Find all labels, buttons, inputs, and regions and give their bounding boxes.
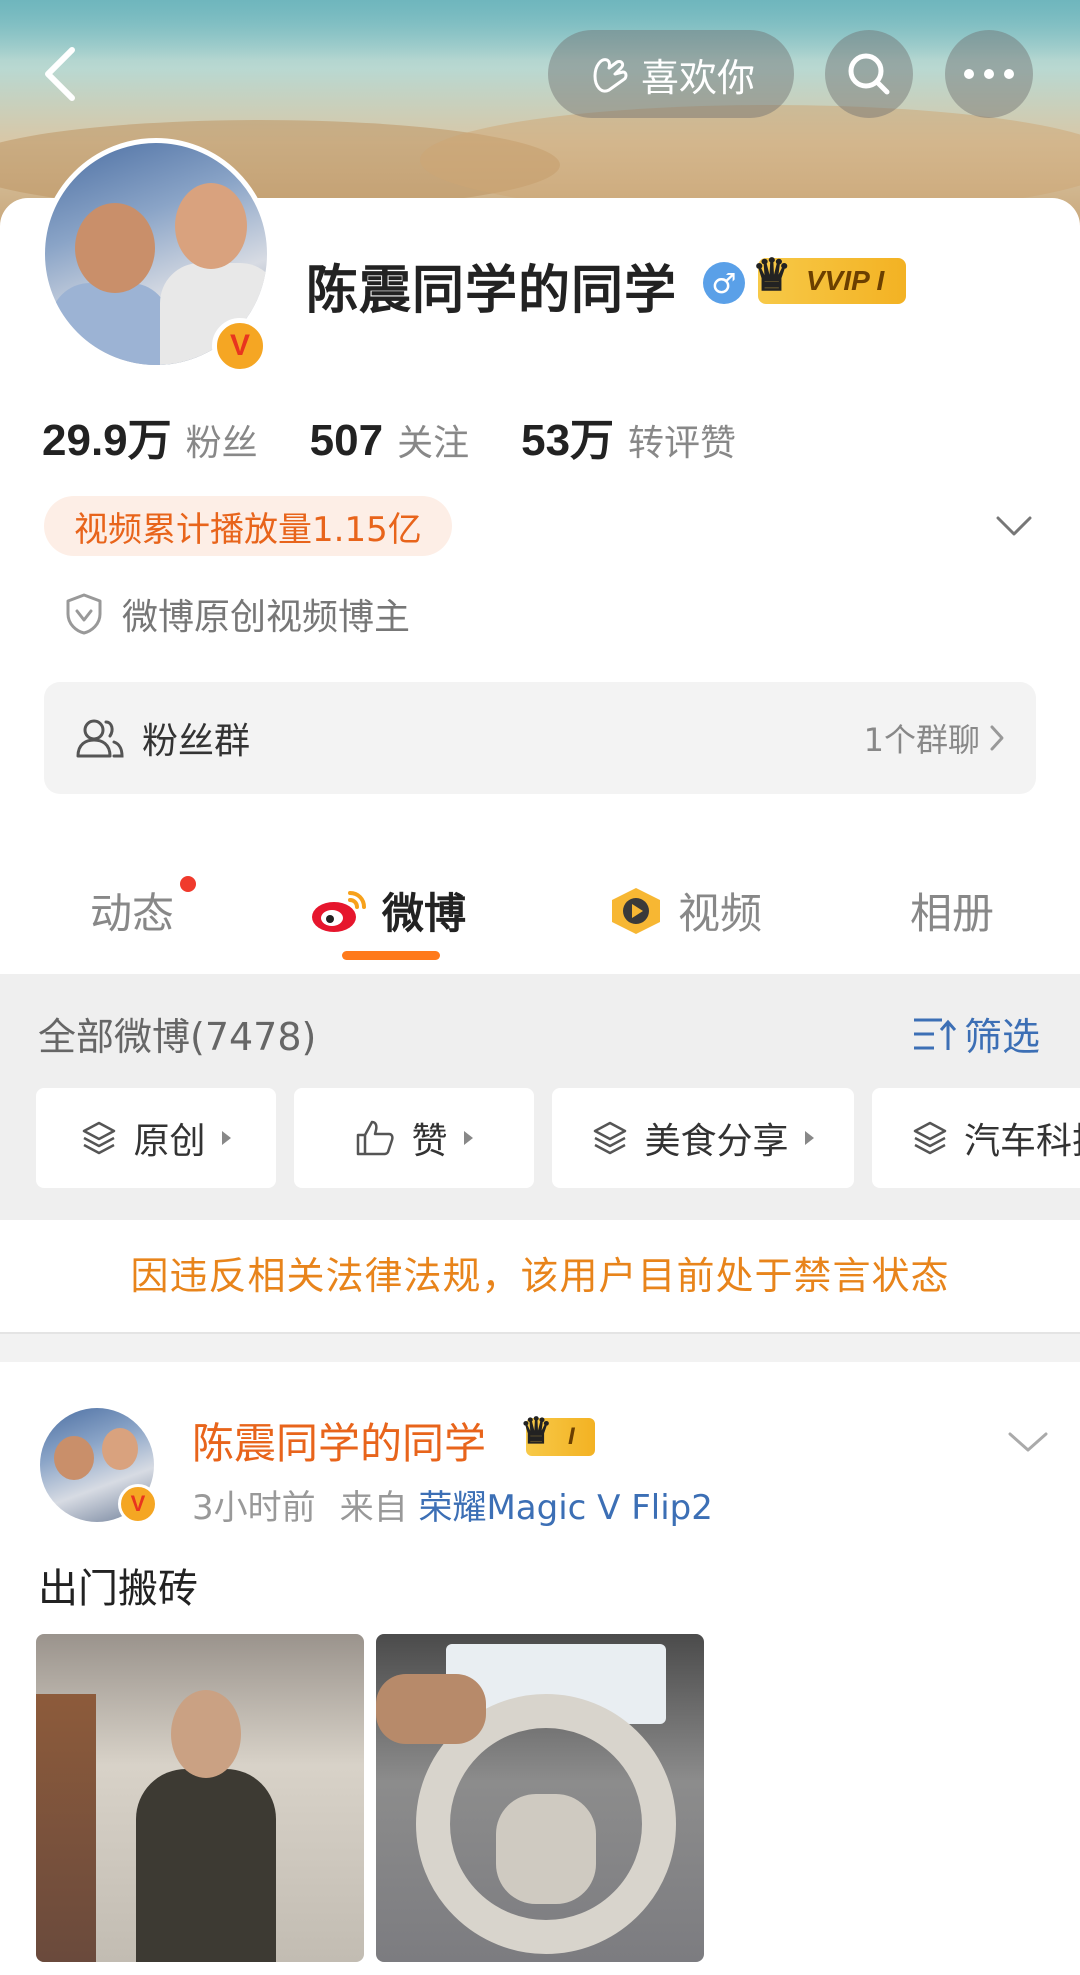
stat-following[interactable]: 507 关注: [310, 414, 469, 466]
fans-group-title: 粉丝群: [142, 721, 251, 762]
stat-label: 关注: [397, 423, 470, 464]
avatar-face: [102, 1428, 138, 1470]
back-button[interactable]: [20, 30, 100, 118]
photo-person-head: [171, 1690, 241, 1778]
section-divider: [0, 1332, 1080, 1362]
profile-name: 陈震同学的同学: [306, 261, 678, 321]
avatar-figure: [50, 283, 170, 365]
notification-dot: [180, 876, 196, 892]
profile-tabs: 动态 微博 视频 相册: [0, 850, 1080, 974]
hand-heart-icon: [593, 58, 628, 93]
chevron-right-icon: [990, 725, 1004, 751]
chip-label: 赞: [411, 1121, 448, 1162]
chip-arrow-icon: [463, 1131, 473, 1145]
vip-label: I: [568, 1423, 575, 1450]
post-text: 出门搬砖: [38, 1566, 198, 1612]
tab-album[interactable]: 相册: [910, 880, 994, 941]
more-button[interactable]: [945, 30, 1033, 118]
post-source: 来自 荣耀Magic V Flip2: [340, 1480, 713, 1529]
photo-wheel-hub: [496, 1794, 596, 1904]
stat-fans[interactable]: 29.9万 粉丝: [42, 404, 258, 468]
chip-label: 美食分享: [644, 1121, 789, 1162]
fans-group-count-label: 1个群聊: [863, 721, 980, 759]
tab-dynamics[interactable]: 动态: [90, 880, 174, 941]
chevron-left-icon: [45, 47, 75, 101]
fans-group-row[interactable]: 粉丝群 1个群聊: [44, 682, 1036, 794]
photo-hand: [376, 1674, 486, 1744]
certification: 微博原创视频博主: [64, 588, 410, 640]
stat-value: 507: [309, 416, 384, 465]
post-photo[interactable]: [376, 1634, 704, 1962]
crown-icon: ♛: [752, 251, 792, 300]
profile-stats: 29.9万 粉丝 507 关注 53万 转评赞: [42, 404, 788, 468]
photo-person: [136, 1769, 276, 1962]
chip-label: 原创: [133, 1121, 206, 1162]
tab-label: 视频: [678, 889, 763, 938]
weibo-logo-icon: [312, 890, 366, 932]
video-badge-icon: [612, 887, 660, 934]
verified-badge-icon: V: [118, 1484, 158, 1524]
avatar-face: [54, 1436, 94, 1480]
more-dots-icon: [964, 69, 1014, 79]
filter-button[interactable]: 筛选: [912, 1006, 1040, 1061]
all-weibo-count: 全部微博(7478): [38, 1015, 317, 1059]
chip-label: 汽车科技: [964, 1121, 1080, 1162]
active-tab-indicator: [342, 951, 440, 960]
search-button[interactable]: [825, 30, 913, 118]
chip-auto-tech[interactable]: 汽车科技: [872, 1088, 1080, 1188]
vip-label: VVIP I: [806, 265, 885, 296]
like-you-button[interactable]: 喜欢你: [548, 30, 794, 118]
chevron-down-icon[interactable]: [994, 506, 1034, 546]
play-count-pill[interactable]: 视频累计播放量1.15亿: [44, 496, 452, 556]
stat-label: 转评赞: [628, 423, 737, 464]
avatar-face: [75, 203, 155, 293]
tab-video[interactable]: 视频: [608, 880, 762, 941]
filter-label: 筛选: [964, 1015, 1041, 1059]
post-photo[interactable]: [36, 1634, 364, 1962]
fans-group-count: 1个群聊: [864, 715, 1006, 761]
chip-arrow-icon: [804, 1131, 814, 1145]
crown-icon: ♛: [520, 1410, 553, 1451]
post-source-prefix: 来自: [339, 1488, 408, 1528]
layers-icon: [913, 1121, 947, 1155]
vip-badge[interactable]: ♛ VVIP I: [752, 251, 907, 304]
tab-label: 相册: [910, 889, 995, 938]
chip-liked[interactable]: 赞: [294, 1088, 534, 1188]
stat-label: 粉丝: [185, 423, 258, 464]
avatar-face: [175, 183, 247, 269]
stat-value: 53万: [521, 416, 615, 465]
stat-interactions[interactable]: 53万 转评赞: [521, 404, 736, 468]
shield-icon: [66, 593, 102, 635]
stat-value: 29.9万: [42, 416, 172, 465]
thumbs-up-icon: [357, 1120, 395, 1156]
chip-original[interactable]: 原创: [36, 1088, 276, 1188]
cover-sea: [0, 0, 1080, 60]
tab-label: 微博: [382, 889, 467, 938]
like-you-label: 喜欢你: [640, 55, 755, 100]
post-vip-badge[interactable]: ♛ I: [520, 1410, 595, 1456]
tab-label: 动态: [90, 889, 175, 938]
tab-weibo[interactable]: 微博: [310, 880, 466, 941]
verified-badge-icon: V: [212, 318, 268, 374]
layers-icon: [83, 1121, 116, 1155]
post-meta: 3小时前 来自 荣耀Magic V Flip2: [192, 1480, 713, 1529]
group-users-icon: [76, 719, 124, 758]
male-icon: ♂: [703, 262, 745, 304]
chip-food[interactable]: 美食分享: [552, 1088, 854, 1188]
search-icon: [848, 53, 890, 95]
layers-icon: [594, 1121, 627, 1155]
post-time: 3小时前: [192, 1488, 316, 1528]
photo-shelf: [36, 1694, 96, 1962]
chip-arrow-icon: [221, 1131, 231, 1145]
filter-sort-icon: [914, 1018, 956, 1050]
post-source-device[interactable]: 荣耀Magic V Flip2: [418, 1488, 712, 1528]
chevron-down-icon[interactable]: [1006, 1422, 1050, 1462]
post-author[interactable]: 陈震同学的同学: [192, 1410, 486, 1471]
certification-label: 微博原创视频博主: [122, 597, 411, 638]
ban-notice: 因违反相关法律法规，该用户目前处于禁言状态: [0, 1220, 1080, 1332]
